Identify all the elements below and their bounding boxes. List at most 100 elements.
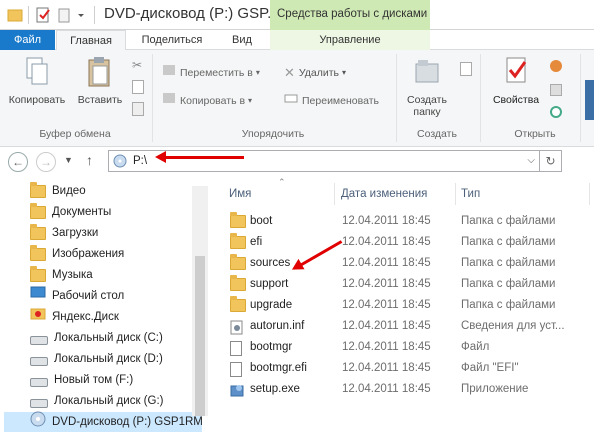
properties-button[interactable]: Свойства: [484, 56, 548, 106]
rename-button[interactable]: Переименовать: [284, 92, 379, 110]
nav-item-label: Новый том (F:): [54, 374, 134, 386]
nav-item-music[interactable]: Музыка: [30, 265, 93, 285]
file-row[interactable]: bootmgr 12.04.2011 18:45 Файл: [224, 338, 594, 359]
copy-label: Копировать: [8, 94, 66, 106]
properties-quick-icon[interactable]: [34, 6, 52, 24]
select-group-icon[interactable]: [585, 80, 594, 120]
nav-item-downloads[interactable]: Загрузки: [30, 223, 98, 243]
back-icon[interactable]: ←: [8, 152, 28, 172]
column-header-name[interactable]: Имя: [229, 183, 251, 205]
nav-item-drive-d[interactable]: Локальный диск (D:): [30, 349, 163, 369]
scrollbar-thumb[interactable]: [195, 256, 205, 416]
history-icon[interactable]: [550, 106, 562, 118]
address-bar[interactable]: P:\ ⌵: [108, 150, 540, 172]
file-icon: [230, 341, 242, 356]
documents-folder-icon: [30, 202, 46, 219]
nav-item-video[interactable]: Видео: [30, 181, 86, 201]
paste-button[interactable]: Вставить: [72, 56, 128, 106]
file-type: Сведения для уст...: [461, 320, 565, 332]
file-row[interactable]: upgrade 12.04.2011 18:45 Папка с файлами: [224, 296, 594, 317]
forward-icon[interactable]: →: [36, 152, 56, 172]
nav-item-yandex-disk[interactable]: Яндекс.Диск: [30, 307, 119, 327]
column-separator[interactable]: [334, 183, 335, 205]
delete-button[interactable]: ✕ Удалить ▾: [284, 64, 346, 82]
file-row[interactable]: autorun.inf 12.04.2011 18:45 Сведения дл…: [224, 317, 594, 338]
settings-file-icon: [230, 320, 244, 338]
file-row[interactable]: setup.exe 12.04.2011 18:45 Приложение: [224, 380, 594, 401]
downloads-folder-icon: [30, 223, 46, 240]
copy-to-button[interactable]: Копировать в ▾: [162, 92, 252, 110]
folder-icon: [230, 254, 246, 270]
nav-item-drive-g[interactable]: Локальный диск (G:): [30, 391, 163, 411]
setup-app-icon: [230, 383, 245, 401]
nav-item-label: Документы: [52, 206, 112, 218]
chevron-down-icon: ▾: [248, 96, 253, 105]
edit-icon[interactable]: [550, 84, 562, 96]
nav-item-drive-c[interactable]: Локальный диск (C:): [30, 328, 163, 348]
file-row[interactable]: efi 12.04.2011 18:45 Папка с файлами: [224, 233, 594, 254]
address-dropdown-icon[interactable]: ⌵: [527, 155, 535, 166]
nav-item-dvd-drive-p[interactable]: DVD-дисковод (P:) GSP1RM: [4, 411, 203, 434]
disk-tools-label: Средства работы с дисками: [277, 8, 428, 20]
column-header-date[interactable]: Дата изменения: [341, 183, 427, 205]
folder-icon: [230, 212, 246, 228]
navigation-scrollbar[interactable]: [192, 186, 208, 416]
nav-item-documents[interactable]: Документы: [30, 202, 111, 222]
file-type: Папка с файлами: [461, 299, 556, 311]
nav-item-label: Видео: [52, 185, 86, 197]
nav-item-pictures[interactable]: Изображения: [30, 244, 124, 264]
nav-item-drive-f[interactable]: Новый том (F:): [30, 370, 133, 390]
file-name: upgrade: [250, 299, 293, 311]
column-separator[interactable]: [589, 183, 590, 205]
dvd-drive-icon: [30, 411, 46, 434]
up-icon[interactable]: ↑: [86, 152, 93, 168]
column-separator[interactable]: [455, 183, 456, 205]
new-folder-button[interactable]: Создать папку: [398, 56, 456, 118]
new-folder-quick-icon[interactable]: [56, 6, 74, 24]
file-name: support: [250, 278, 289, 290]
copy-icon: [24, 56, 50, 88]
tab-manage[interactable]: Управление: [270, 30, 430, 50]
file-name: autorun.inf: [250, 320, 305, 332]
folder-icon: [230, 296, 246, 312]
ribbon-tabs: Файл Главная Поделиться Вид Управление: [0, 30, 594, 51]
copy-path-icon[interactable]: [132, 80, 144, 94]
nav-item-desktop[interactable]: Рабочий стол: [30, 286, 124, 306]
toolbar-separator: [28, 6, 29, 24]
paste-label: Вставить: [77, 94, 123, 106]
properties-icon: [503, 56, 529, 88]
copy-button[interactable]: Копировать: [6, 56, 68, 106]
folder-icon: [230, 233, 246, 249]
new-item-icon[interactable]: [460, 62, 472, 76]
tab-view[interactable]: Вид: [218, 30, 266, 50]
cut-icon[interactable]: ✂: [132, 58, 146, 72]
file-name: bootmgr: [250, 341, 293, 353]
file-row[interactable]: bootmgr.efi 12.04.2011 18:45 Файл "EFI": [224, 359, 594, 380]
tab-home[interactable]: Главная: [56, 30, 126, 51]
recent-locations-icon[interactable]: ▼: [64, 155, 73, 165]
refresh-icon[interactable]: ↻: [540, 150, 562, 172]
tab-file[interactable]: Файл: [0, 30, 55, 50]
column-header-type[interactable]: Тип: [461, 183, 480, 205]
app-icon[interactable]: [6, 6, 24, 24]
file-date: 12.04.2011 18:45: [342, 320, 431, 332]
file-name: efi: [250, 236, 263, 248]
new-group-label: Создать: [417, 128, 457, 140]
move-to-icon: [162, 63, 176, 83]
file-type: Приложение: [461, 383, 529, 395]
file-type: Файл: [461, 341, 490, 353]
file-row[interactable]: support 12.04.2011 18:45 Папка с файлами: [224, 275, 594, 296]
paste-shortcut-icon[interactable]: [132, 102, 144, 116]
nav-item-label: Локальный диск (G:): [54, 395, 164, 407]
open-icon[interactable]: [550, 60, 562, 72]
file-row[interactable]: sources 12.04.2011 18:45 Папка с файлами: [224, 254, 594, 275]
customize-quick-access-icon[interactable]: [76, 6, 86, 24]
file-date: 12.04.2011 18:45: [342, 215, 431, 227]
move-to-button[interactable]: Переместить в ▾: [162, 64, 260, 82]
toolbar-separator: [94, 6, 95, 24]
nav-item-label: DVD-дисковод (P:) GSP1RM: [52, 416, 203, 428]
nav-item-label: Локальный диск (D:): [54, 353, 163, 365]
tab-share[interactable]: Поделиться: [128, 30, 216, 50]
nav-item-label: Музыка: [52, 269, 93, 281]
file-row[interactable]: boot 12.04.2011 18:45 Папка с файлами: [224, 212, 594, 233]
